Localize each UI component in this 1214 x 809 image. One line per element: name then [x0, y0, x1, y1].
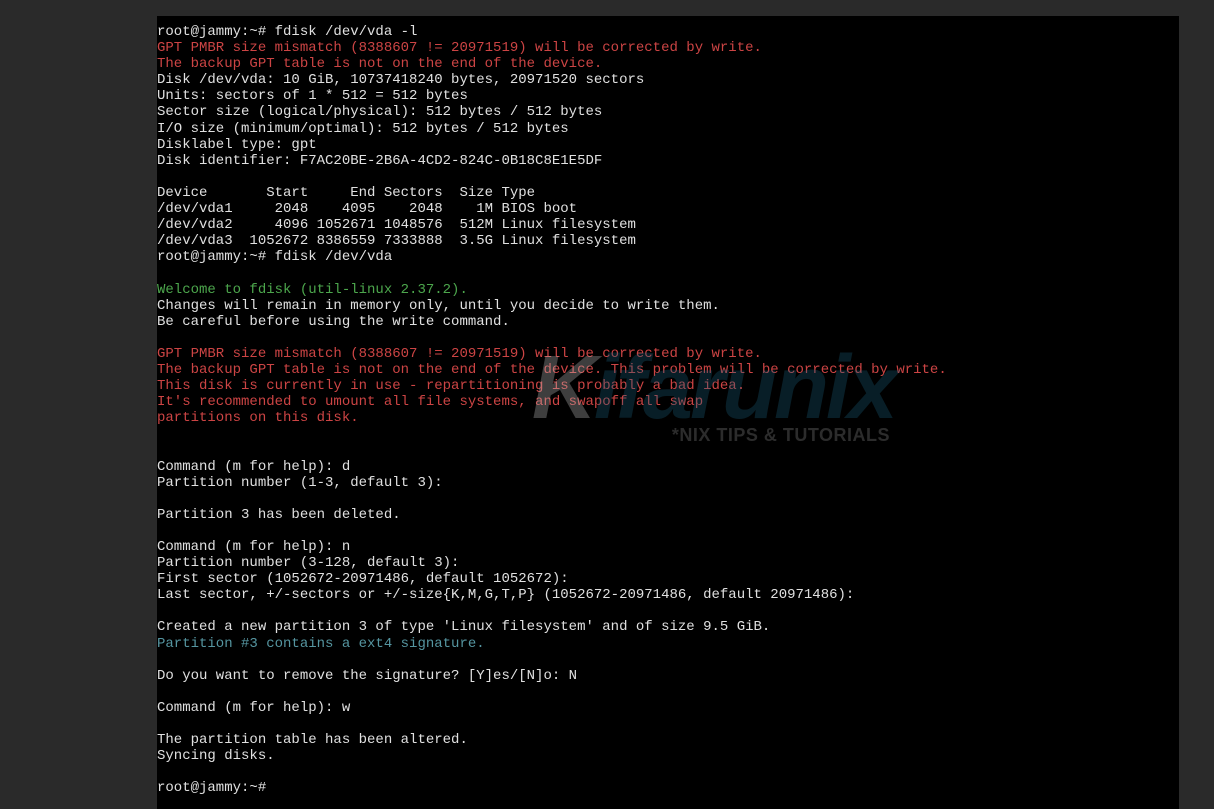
terminal-line: root@jammy:~# fdisk /dev/vda — [157, 249, 1179, 265]
terminal-line — [157, 652, 1179, 668]
terminal-line: Welcome to fdisk (util-linux 2.37.2). — [157, 282, 1179, 298]
terminal-line: I/O size (minimum/optimal): 512 bytes / … — [157, 121, 1179, 137]
terminal-line: The partition table has been altered. — [157, 732, 1179, 748]
terminal-line — [157, 169, 1179, 185]
terminal-line: GPT PMBR size mismatch (8388607 != 20971… — [157, 346, 1179, 362]
terminal-line — [157, 265, 1179, 281]
terminal-line — [157, 426, 1179, 442]
terminal-line — [157, 523, 1179, 539]
terminal-line: /dev/vda3 1052672 8386559 7333888 3.5G L… — [157, 233, 1179, 249]
terminal-line: /dev/vda2 4096 1052671 1048576 512M Linu… — [157, 217, 1179, 233]
terminal-line: Partition number (3-128, default 3): — [157, 555, 1179, 571]
terminal-line: Device Start End Sectors Size Type — [157, 185, 1179, 201]
terminal-line: Command (m for help): d — [157, 459, 1179, 475]
terminal-line: /dev/vda1 2048 4095 2048 1M BIOS boot — [157, 201, 1179, 217]
terminal-line: Partition 3 has been deleted. — [157, 507, 1179, 523]
terminal-line: Sector size (logical/physical): 512 byte… — [157, 104, 1179, 120]
terminal-line: It's recommended to umount all file syst… — [157, 394, 1179, 410]
terminal-line — [157, 603, 1179, 619]
terminal-line: Syncing disks. — [157, 748, 1179, 764]
terminal-line: GPT PMBR size mismatch (8388607 != 20971… — [157, 40, 1179, 56]
terminal-line: Partition #3 contains a ext4 signature. — [157, 636, 1179, 652]
terminal-line: Disk identifier: F7AC20BE-2B6A-4CD2-824C… — [157, 153, 1179, 169]
terminal-line: root@jammy:~# fdisk /dev/vda -l — [157, 24, 1179, 40]
terminal-window[interactable]: root@jammy:~# fdisk /dev/vda -lGPT PMBR … — [157, 16, 1179, 809]
terminal-line — [157, 764, 1179, 780]
terminal-line: The backup GPT table is not on the end o… — [157, 362, 1179, 378]
terminal-line: The backup GPT table is not on the end o… — [157, 56, 1179, 72]
terminal-line: Changes will remain in memory only, unti… — [157, 298, 1179, 314]
terminal-line: This disk is currently in use - repartit… — [157, 378, 1179, 394]
terminal-line — [157, 442, 1179, 458]
terminal-line: Units: sectors of 1 * 512 = 512 bytes — [157, 88, 1179, 104]
terminal-line — [157, 684, 1179, 700]
terminal-line: Command (m for help): n — [157, 539, 1179, 555]
terminal-line: Partition number (1-3, default 3): — [157, 475, 1179, 491]
terminal-line: First sector (1052672-20971486, default … — [157, 571, 1179, 587]
terminal-line: Disk /dev/vda: 10 GiB, 10737418240 bytes… — [157, 72, 1179, 88]
terminal-line: Last sector, +/-sectors or +/-size{K,M,G… — [157, 587, 1179, 603]
terminal-line: Do you want to remove the signature? [Y]… — [157, 668, 1179, 684]
terminal-line: root@jammy:~# — [157, 780, 1179, 796]
terminal-line: Command (m for help): w — [157, 700, 1179, 716]
terminal-line: Be careful before using the write comman… — [157, 314, 1179, 330]
terminal-line — [157, 716, 1179, 732]
terminal-line: Disklabel type: gpt — [157, 137, 1179, 153]
terminal-line: partitions on this disk. — [157, 410, 1179, 426]
terminal-line: Created a new partition 3 of type 'Linux… — [157, 619, 1179, 635]
terminal-line — [157, 491, 1179, 507]
terminal-line — [157, 330, 1179, 346]
